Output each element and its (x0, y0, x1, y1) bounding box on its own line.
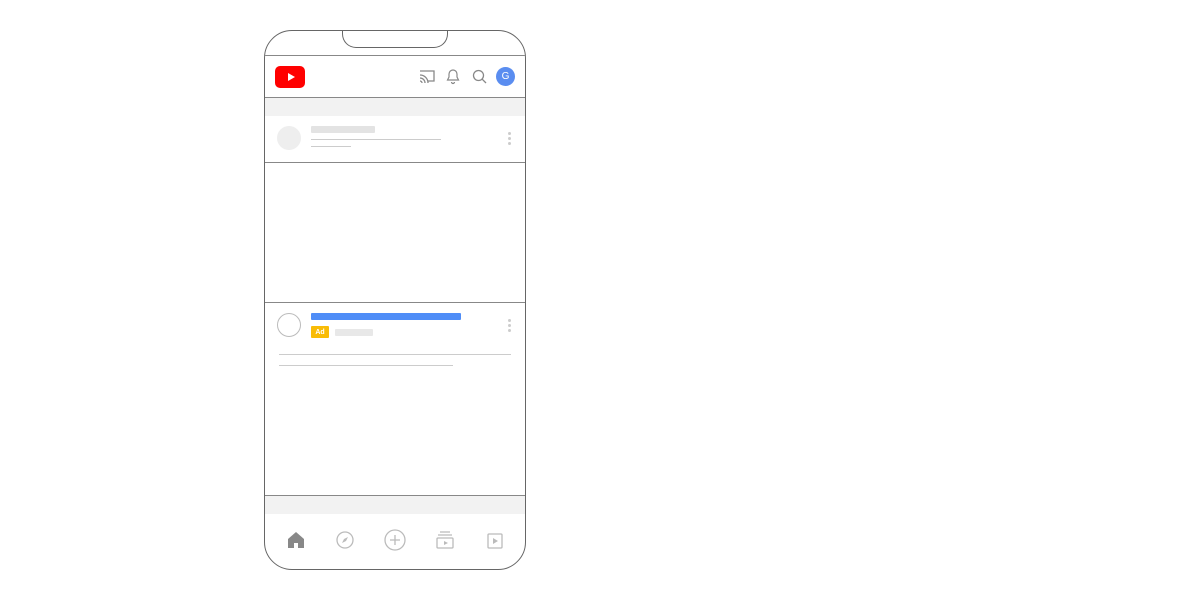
avatar-letter: G (502, 71, 510, 82)
cast-icon[interactable] (418, 68, 436, 86)
youtube-logo[interactable] (275, 66, 305, 88)
more-options-icon[interactable] (506, 317, 513, 334)
ad-description (277, 354, 513, 366)
ad-badge: Ad (311, 326, 329, 338)
nav-create-icon[interactable] (382, 527, 408, 553)
profile-avatar[interactable]: G (496, 67, 515, 86)
bell-icon[interactable] (444, 68, 462, 86)
ad-feed-item[interactable]: Ad (265, 303, 525, 378)
ad-desc-line (279, 354, 511, 355)
nav-subscriptions-icon[interactable] (432, 527, 458, 553)
nav-explore-icon[interactable] (332, 527, 358, 553)
category-chip-bar (265, 98, 525, 116)
nav-library-icon[interactable] (481, 527, 507, 553)
ad-title-bar (311, 313, 461, 320)
video-meta-line (311, 139, 441, 140)
ad-advertiser-placeholder (335, 329, 373, 336)
ad-badge-label: Ad (315, 329, 324, 336)
phone-frame: G (264, 30, 526, 570)
feed-item-row (277, 126, 513, 150)
ad-desc-line (279, 365, 453, 366)
ad-label-row: Ad (311, 326, 513, 338)
app-screen: G (265, 55, 525, 569)
mini-player-bar (265, 496, 525, 514)
search-icon[interactable] (470, 68, 488, 86)
feed-item-text (311, 126, 513, 147)
more-options-icon[interactable] (506, 130, 513, 147)
feed-item[interactable] (265, 116, 525, 163)
video-title-placeholder (311, 126, 375, 133)
ad-item-row: Ad (277, 313, 513, 338)
ad-item-text: Ad (311, 313, 513, 338)
video-thumbnail[interactable] (265, 163, 525, 303)
play-icon (288, 73, 295, 81)
app-header: G (265, 56, 525, 98)
feed-spacer (265, 378, 525, 496)
phone-notch (342, 30, 448, 48)
ad-avatar[interactable] (277, 313, 301, 337)
nav-home-icon[interactable] (283, 527, 309, 553)
video-meta-line (311, 146, 351, 147)
channel-avatar[interactable] (277, 126, 301, 150)
bottom-nav (265, 514, 525, 569)
